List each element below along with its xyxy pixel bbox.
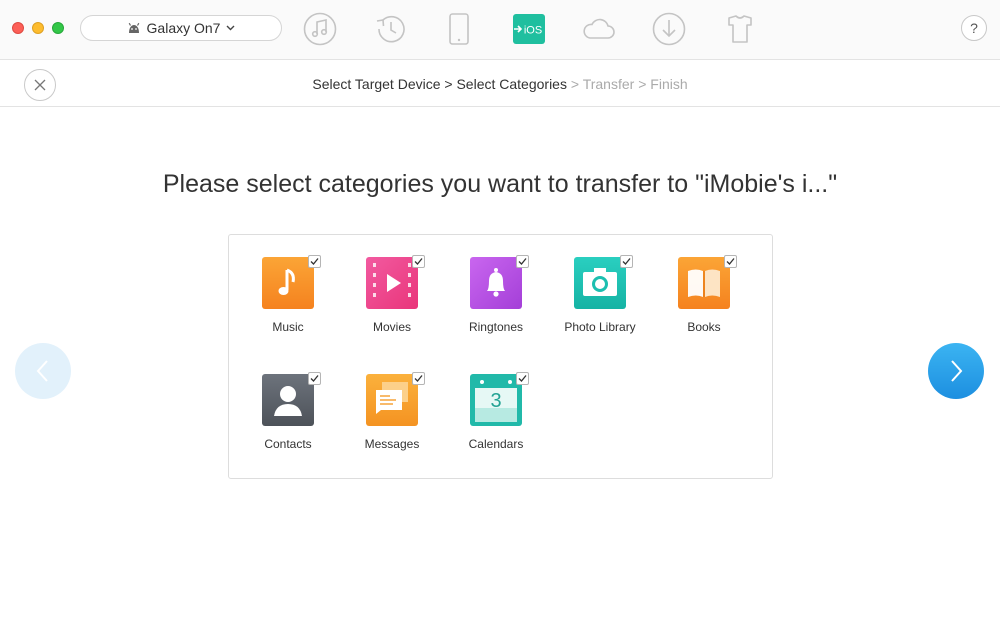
music-checkbox[interactable] <box>308 255 321 268</box>
category-music[interactable]: Music <box>236 255 340 347</box>
zoom-window-button[interactable] <box>52 22 64 34</box>
category-label: Books <box>687 320 721 334</box>
step-select-categories: Select Categories <box>456 76 567 92</box>
contacts-checkbox[interactable] <box>308 372 321 385</box>
ios-badge-text: iOS <box>524 25 542 37</box>
message-icon <box>366 374 418 426</box>
category-contacts[interactable]: Contacts <box>236 372 340 464</box>
toolkit-shirt-icon[interactable] <box>722 11 758 47</box>
step-bar: Select Target Device > Select Categories… <box>0 61 1000 107</box>
movies-checkbox[interactable] <box>412 255 425 268</box>
calendar-day-number: 3 <box>490 390 501 412</box>
category-label: Messages <box>364 437 420 451</box>
close-window-button[interactable] <box>12 22 24 34</box>
books-checkbox[interactable] <box>724 255 737 268</box>
camera-icon <box>574 257 626 309</box>
calendars-checkbox[interactable] <box>516 372 529 385</box>
music-manager-icon[interactable] <box>302 11 338 47</box>
ringtones-checkbox[interactable] <box>516 255 529 268</box>
toolbar: Galaxy On7 iOS ? <box>0 0 1000 60</box>
chevron-right-icon <box>951 360 963 382</box>
page-title: Please select categories you want to tra… <box>162 170 838 198</box>
step-separator: > <box>444 76 453 92</box>
category-label: Ringtones <box>468 320 524 334</box>
category-label: Music <box>272 320 304 334</box>
category-label: Calendars <box>468 437 524 451</box>
category-label: Photo Library <box>564 320 636 334</box>
category-calendars[interactable]: 3 Calendars <box>444 372 548 464</box>
next-button[interactable] <box>928 343 984 399</box>
history-icon[interactable] <box>373 11 409 47</box>
step-separator: > <box>638 76 647 92</box>
music-icon <box>262 257 314 309</box>
device-name: Galaxy On7 <box>146 20 221 36</box>
category-panel: Music Movies Ringtones Photo Library Boo… <box>228 234 773 479</box>
category-ringtones[interactable]: Ringtones <box>444 255 548 347</box>
step-finish: Finish <box>650 76 688 92</box>
step-select-target-device: Select Target Device <box>312 76 441 92</box>
chevron-left-icon <box>36 360 48 382</box>
messages-checkbox[interactable] <box>412 372 425 385</box>
calendar-icon: 3 <box>470 374 522 426</box>
phone-icon[interactable] <box>441 11 477 47</box>
device-selector[interactable]: Galaxy On7 <box>80 15 282 41</box>
chevron-down-icon <box>226 25 235 31</box>
category-books[interactable]: Books <box>652 255 756 347</box>
category-messages[interactable]: Messages <box>340 372 444 464</box>
step-transfer: Transfer <box>582 76 635 92</box>
help-button[interactable]: ? <box>961 15 987 41</box>
category-label: Movies <box>372 320 411 334</box>
book-icon <box>678 257 730 309</box>
step-separator: > <box>570 76 580 92</box>
photo-library-checkbox[interactable] <box>620 255 633 268</box>
breadcrumb: Select Target Device > Select Categories… <box>0 76 1000 92</box>
category-label: Contacts <box>264 437 312 451</box>
cloud-icon[interactable] <box>581 11 617 47</box>
movie-icon <box>366 257 418 309</box>
category-movies[interactable]: Movies <box>340 255 444 347</box>
download-icon[interactable] <box>651 11 687 47</box>
android-icon <box>127 22 141 34</box>
contact-icon <box>262 374 314 426</box>
phone-to-ios-icon[interactable]: iOS <box>511 11 547 47</box>
minimize-window-button[interactable] <box>32 22 44 34</box>
previous-button[interactable] <box>15 343 71 399</box>
category-photo-library[interactable]: Photo Library <box>548 255 652 347</box>
bell-icon <box>470 257 522 309</box>
